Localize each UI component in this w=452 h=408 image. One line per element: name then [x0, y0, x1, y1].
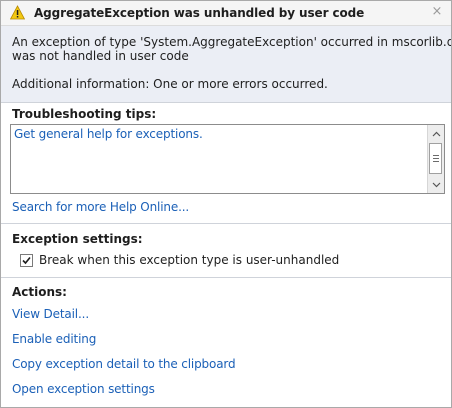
tips-scrollbar[interactable]: [427, 125, 444, 193]
warning-icon: [10, 5, 25, 20]
divider: [1, 102, 451, 103]
open-exception-settings-link[interactable]: Open exception settings: [12, 382, 155, 396]
actions-heading: Actions:: [12, 285, 67, 299]
checkmark-icon: [22, 256, 31, 265]
break-on-user-unhandled-checkbox[interactable]: [20, 254, 33, 267]
exception-settings-heading: Exception settings:: [12, 232, 143, 246]
break-on-user-unhandled-label[interactable]: Break when this exception type is user-u…: [39, 253, 339, 267]
copy-exception-detail-link[interactable]: Copy exception detail to the clipboard: [12, 357, 236, 371]
dialog-title: AggregateException was unhandled by user…: [34, 6, 365, 20]
search-help-online-link[interactable]: Search for more Help Online...: [12, 200, 189, 214]
close-icon[interactable]: ×: [430, 5, 444, 19]
additional-information: Additional information: One or more erro…: [12, 77, 328, 91]
exception-message-panel: An exception of type 'System.AggregateEx…: [1, 26, 451, 102]
scroll-thumb[interactable]: [429, 143, 442, 174]
enable-editing-link[interactable]: Enable editing: [12, 332, 96, 346]
title-bar: AggregateException was unhandled by user…: [1, 1, 451, 26]
general-help-link[interactable]: Get general help for exceptions.: [14, 127, 203, 141]
scroll-down-icon[interactable]: [428, 177, 444, 192]
scroll-up-icon[interactable]: [428, 126, 444, 141]
divider: [1, 277, 451, 278]
troubleshooting-tips-list[interactable]: Get general help for exceptions.: [10, 124, 445, 194]
exception-message-line1: An exception of type 'System.AggregateEx…: [12, 35, 452, 49]
troubleshooting-heading: Troubleshooting tips:: [12, 107, 157, 121]
divider: [1, 223, 451, 224]
exception-message-line2: was not handled in user code: [12, 49, 189, 63]
exception-helper-dialog: AggregateException was unhandled by user…: [0, 0, 452, 408]
view-detail-link[interactable]: View Detail...: [12, 307, 89, 321]
